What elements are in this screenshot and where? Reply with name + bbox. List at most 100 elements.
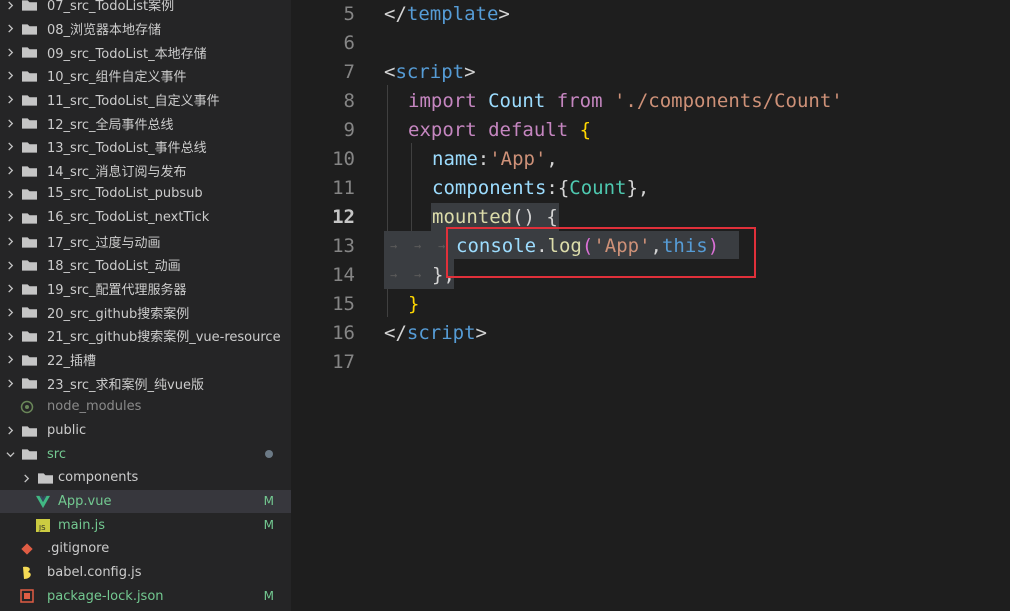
chevron-right-icon[interactable] [5,69,15,83]
explorer-item[interactable]: 21_src_github搜索案例_vue-resource [0,324,291,348]
keyword: import [408,90,477,112]
bracket: { [579,119,592,141]
chevron-right-icon[interactable] [5,235,15,249]
explorer-item[interactable]: JS main.js M [0,513,291,537]
json-file-icon [20,589,34,603]
tag-name: script [395,61,465,83]
explorer-item[interactable]: 22_插槽 [0,348,291,372]
line-number: 9 [343,119,355,141]
explorer-item[interactable]: 07_src_TodoList案例 [0,0,291,17]
chevron-right-icon[interactable] [5,93,15,107]
explorer-item[interactable]: node_modules [0,395,291,419]
chevron-right-icon[interactable] [21,471,31,485]
folder-icon [22,330,38,342]
chevron-right-icon[interactable] [5,0,15,12]
chevron-right-icon[interactable] [5,116,15,130]
modified-dot-icon [265,450,273,459]
explorer-item[interactable]: 10_src_组件自定义事件 [0,64,291,88]
whitespace-arrow-icon: → [390,268,398,282]
explorer-item[interactable]: 16_src_TodoList_nextTick [0,206,291,230]
chevron-right-icon[interactable] [5,211,15,225]
explorer-item[interactable]: 14_src_消息订阅与发布 [0,159,291,183]
folder-icon [22,188,38,200]
chevron-right-icon[interactable] [5,45,15,59]
explorer-item[interactable]: 18_src_TodoList_动画 [0,253,291,277]
explorer-item[interactable]: 19_src_配置代理服务器 [0,277,291,301]
explorer-item[interactable]: 15_src_TodoList_pubsub [0,182,291,206]
line-number: 11 [332,177,355,199]
line-number: 6 [343,32,355,54]
identifier: Count [569,177,627,199]
folder-icon [38,472,54,484]
code-line-15[interactable]: } [408,293,419,315]
explorer-item-label: 18_src_TodoList_动画 [47,259,181,275]
folder-icon [22,259,38,271]
chevron-right-icon[interactable] [5,424,15,438]
explorer-item[interactable]: src [0,442,291,466]
code-line-7[interactable]: <script> [384,61,476,83]
explorer-item[interactable]: 11_src_TodoList_自定义事件 [0,88,291,112]
explorer-item-label: App.vue [58,493,112,509]
folder-icon [22,117,38,129]
chevron-right-icon[interactable] [5,376,15,390]
whitespace-arrow-icon: → [390,239,398,253]
explorer-item[interactable]: App.vue M [0,489,291,514]
explorer-item-label: 19_src_配置代理服务器 [47,283,187,299]
explorer-item-label: 21_src_github搜索案例_vue-resource [47,330,281,346]
explorer-item-label: 13_src_TodoList_事件总线 [47,141,207,157]
annotation-highlight-box [446,227,756,278]
explorer-item[interactable]: components [0,466,291,490]
line-number: 14 [332,264,355,286]
punctuation: :{ [546,177,570,199]
tag-name: script [406,322,476,344]
chevron-right-icon[interactable] [5,140,15,154]
explorer-item[interactable]: 20_src_github搜索案例 [0,300,291,324]
folder-icon [22,23,38,35]
tag-open: < [384,61,396,83]
explorer-item[interactable]: 12_src_全局事件总线 [0,111,291,135]
chevron-right-icon[interactable] [5,187,15,201]
explorer-item[interactable]: 08_浏览器本地存储 [0,17,291,41]
explorer-item[interactable]: babel.config.js [0,561,291,585]
chevron-down-icon[interactable] [5,447,15,461]
code-line-9[interactable]: export default { [408,119,591,141]
property: components [432,177,547,199]
file-explorer: 07_src_TodoList案例 08_浏览器本地存储 09_src_TodoLi… [0,0,291,611]
explorer-item[interactable]: 23_src_求和案例_纯vue版 [0,371,291,395]
code-line-11[interactable]: components:{Count}, [432,177,649,199]
explorer-item[interactable]: .gitignore [0,537,291,561]
code-line-5[interactable]: </template> [384,3,510,25]
explorer-item[interactable]: 17_src_过度与动画 [0,230,291,254]
chevron-right-icon[interactable] [5,329,15,343]
code-editor[interactable]: 5 6 7 8 9 10 11 12 13 14 15 16 17 → → → → → </templa… [291,0,1010,611]
explorer-item[interactable]: 09_src_TodoList_本地存储 [0,40,291,64]
property: name [432,148,478,170]
explorer-item[interactable]: 13_src_TodoList_事件总线 [0,135,291,159]
explorer-item-label: 10_src_组件自定义事件 [47,70,187,86]
explorer-item[interactable]: public [0,419,291,443]
line-number: 16 [332,322,355,344]
explorer-item-label: 12_src_全局事件总线 [47,117,174,133]
keyword: export [408,119,477,141]
explorer-item-label: 08_浏览器本地存储 [47,22,162,38]
chevron-right-icon[interactable] [5,353,15,367]
code-line-10[interactable]: name:'App', [432,148,558,170]
chevron-right-icon[interactable] [5,282,15,296]
code-line-12[interactable]: mounted() { [432,206,558,228]
chevron-right-icon[interactable] [5,22,15,36]
explorer-item-label: 17_src_过度与动画 [47,235,161,251]
folder-icon [22,354,38,366]
folder-icon [22,306,38,319]
string-literal: 'App' [489,148,547,170]
code-line-16[interactable]: </script> [384,322,487,344]
explorer-item-label: 07_src_TodoList案例 [47,0,175,15]
chevron-right-icon[interactable] [5,164,15,178]
folder-icon [22,141,38,153]
explorer-item-label: 11_src_TodoList_自定义事件 [47,93,220,109]
folder-icon [22,94,38,106]
svg-text:JS: JS [38,524,46,532]
code-line-8[interactable]: import Count from './components/Count' [408,90,843,112]
explorer-item[interactable]: package-lock.json M [0,584,291,608]
chevron-right-icon[interactable] [5,305,15,319]
chevron-right-icon[interactable] [5,258,15,272]
